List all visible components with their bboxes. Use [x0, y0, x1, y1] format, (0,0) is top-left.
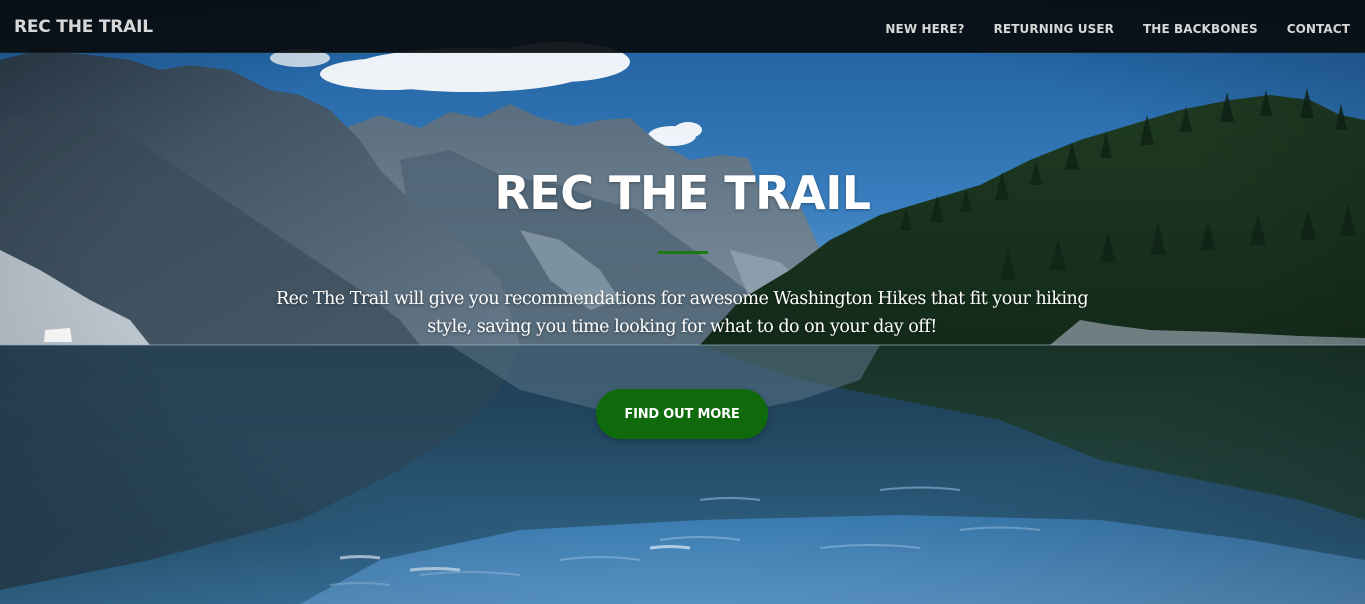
nav-item: NEW HERE?: [885, 20, 964, 38]
nav-link-contact[interactable]: CONTACT: [1287, 22, 1350, 36]
hero-description: Rec The Trail will give you recommendati…: [275, 289, 1089, 337]
nav-item: CONTACT: [1287, 20, 1350, 38]
nav-link-the-backbones[interactable]: THE BACKBONES: [1143, 22, 1258, 36]
nav-link-returning-user[interactable]: RETURNING USER: [994, 22, 1114, 36]
find-out-more-button[interactable]: FIND OUT MORE: [596, 389, 768, 439]
nav-item: THE BACKBONES: [1143, 20, 1258, 38]
nav-item: RETURNING USER: [994, 20, 1114, 38]
hero-title: REC THE TRAIL: [494, 166, 871, 220]
hero-divider: [658, 251, 708, 254]
nav-link-new-here[interactable]: NEW HERE?: [885, 22, 964, 36]
brand-logo-link[interactable]: REC THE TRAIL: [14, 17, 153, 37]
top-navbar: REC THE TRAIL NEW HERE? RETURNING USER T…: [0, 0, 1365, 53]
landing-page: REC THE TRAIL NEW HERE? RETURNING USER T…: [0, 0, 1365, 604]
nav-menu: NEW HERE? RETURNING USER THE BACKBONES C…: [885, 20, 1350, 38]
